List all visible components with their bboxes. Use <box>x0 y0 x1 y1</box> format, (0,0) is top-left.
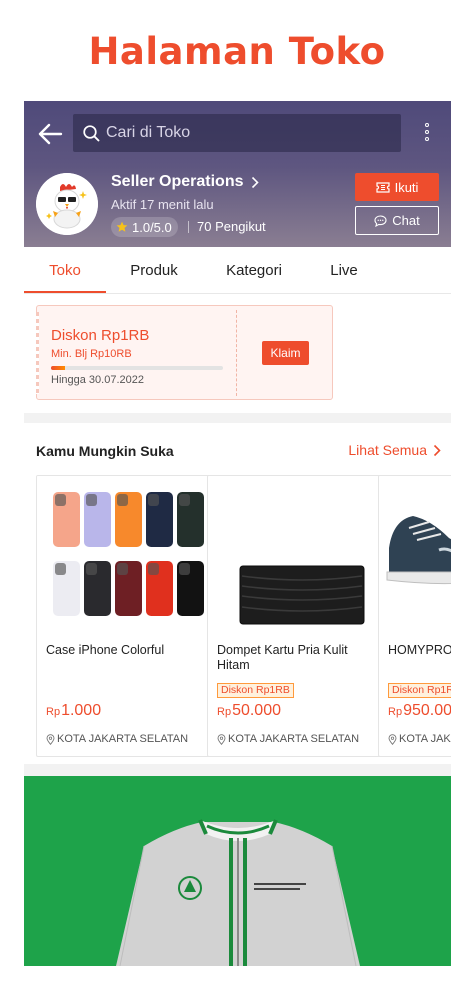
tab-produk[interactable]: Produk <box>114 247 194 294</box>
claim-button[interactable]: Klaim <box>262 341 309 365</box>
rating-value: 1.0/5.0 <box>132 219 172 235</box>
divider <box>188 221 189 233</box>
chevron-right-icon <box>433 444 441 456</box>
dot-icon <box>425 123 429 127</box>
product-name: Dompet Kartu Pria Kulit Hitam <box>217 643 348 672</box>
back-button[interactable] <box>36 121 64 147</box>
price-currency: Rp <box>388 706 403 718</box>
voucher-edge <box>36 312 39 394</box>
active-status: Aktif 17 menit lalu <box>111 197 214 212</box>
more-options-button[interactable] <box>420 121 434 145</box>
product-image <box>208 476 380 631</box>
product-location: KOTA JAKARTA SELATAN <box>46 733 188 745</box>
location-text: KOTA JAKA <box>399 733 451 745</box>
tab-toko[interactable]: Toko <box>24 247 106 294</box>
follower-count: 70 Pengikut <box>197 219 266 234</box>
price-amount: 1.000 <box>61 702 102 719</box>
arrow-left-icon <box>38 123 63 145</box>
product-card[interactable]: Dompet Kartu Pria Kulit Hitam Diskon Rp1… <box>207 475 381 757</box>
tab-kategori[interactable]: Kategori <box>214 247 294 294</box>
phone-cases-image <box>37 476 209 631</box>
price-currency: Rp <box>217 706 232 718</box>
follow-button[interactable]: Ikuti <box>355 173 439 201</box>
voucher-card: Diskon Rp1RB Min. Blj Rp10RB Hingga 30.0… <box>36 305 333 400</box>
product-name: Case iPhone Colorful <box>46 643 165 657</box>
chat-bubble-icon <box>374 214 387 227</box>
location-pin-icon <box>388 733 397 745</box>
product-location: KOTA JAKARTA SELATAN <box>217 733 359 745</box>
voucher-min-spend: Min. Blj Rp10RB <box>51 348 132 360</box>
chevron-right-icon <box>251 176 259 188</box>
ticket-icon <box>375 181 390 193</box>
voucher-usage-bar <box>51 366 223 370</box>
see-all-label: Lihat Semua <box>348 442 427 458</box>
rating-badge: 1.0/5.0 <box>111 217 178 237</box>
product-card[interactable]: HOMYPRO SEPATU PR Diskon Rp1RB Rp 950.00… <box>378 475 451 757</box>
page-heading: Halaman Toko <box>88 30 386 73</box>
active-tab-indicator <box>24 291 106 293</box>
section-separator <box>24 413 451 423</box>
price-currency: Rp <box>46 706 61 718</box>
jacket-image <box>24 776 451 966</box>
discount-badge: Diskon Rp1RB <box>388 683 451 698</box>
price-amount: 950.00 <box>403 702 451 719</box>
star-icon <box>116 221 128 232</box>
phone-screen: Seller Operations Aktif 17 menit lalu 1.… <box>24 101 451 966</box>
chicken-mascot-icon <box>36 173 98 235</box>
product-image <box>37 476 209 631</box>
shop-search[interactable] <box>73 114 401 152</box>
product-image <box>379 476 451 631</box>
price-amount: 50.000 <box>232 702 281 719</box>
chat-label: Chat <box>392 213 420 228</box>
discount-badge: Diskon Rp1RB <box>217 683 294 698</box>
dot-icon <box>425 137 429 141</box>
location-text: KOTA JAKARTA SELATAN <box>228 733 360 745</box>
sneaker-image <box>379 476 451 631</box>
card-wallet-image <box>208 476 380 631</box>
search-input[interactable] <box>106 124 386 142</box>
voucher-title: Diskon Rp1RB <box>51 327 150 344</box>
see-all-link[interactable]: Lihat Semua <box>348 442 441 458</box>
shop-name-link[interactable]: Seller Operations <box>111 173 259 191</box>
section-title: Kamu Mungkin Suka <box>36 443 174 459</box>
product-price: Rp 1.000 <box>46 702 101 720</box>
location-text: KOTA JAKARTA SELATAN <box>57 733 189 745</box>
shop-tabs: Toko Produk Kategori Live <box>24 247 451 294</box>
location-pin-icon <box>217 733 226 745</box>
product-card[interactable]: Case iPhone Colorful Rp 1.000 KOTA JAKAR… <box>36 475 210 757</box>
dot-icon <box>425 130 429 134</box>
tab-live[interactable]: Live <box>314 247 374 294</box>
voucher-usage-fill <box>51 366 65 370</box>
shop-name: Seller Operations <box>111 173 244 190</box>
product-price: Rp 950.00 <box>388 702 451 720</box>
shop-avatar[interactable] <box>36 173 98 235</box>
location-pin-icon <box>46 733 55 745</box>
product-name: HOMYPRO SEPATU PR <box>388 643 451 657</box>
search-icon <box>83 124 100 141</box>
shop-header: Seller Operations Aktif 17 menit lalu 1.… <box>24 101 451 247</box>
voucher-expiry: Hingga 30.07.2022 <box>51 374 144 386</box>
product-price: Rp 50.000 <box>217 702 281 720</box>
product-location: KOTA JAKA <box>388 733 451 745</box>
follow-label: Ikuti <box>394 179 419 195</box>
section-separator <box>24 764 451 776</box>
chat-button[interactable]: Chat <box>355 206 439 235</box>
voucher-divider <box>236 310 237 396</box>
promo-banner[interactable] <box>24 776 451 966</box>
